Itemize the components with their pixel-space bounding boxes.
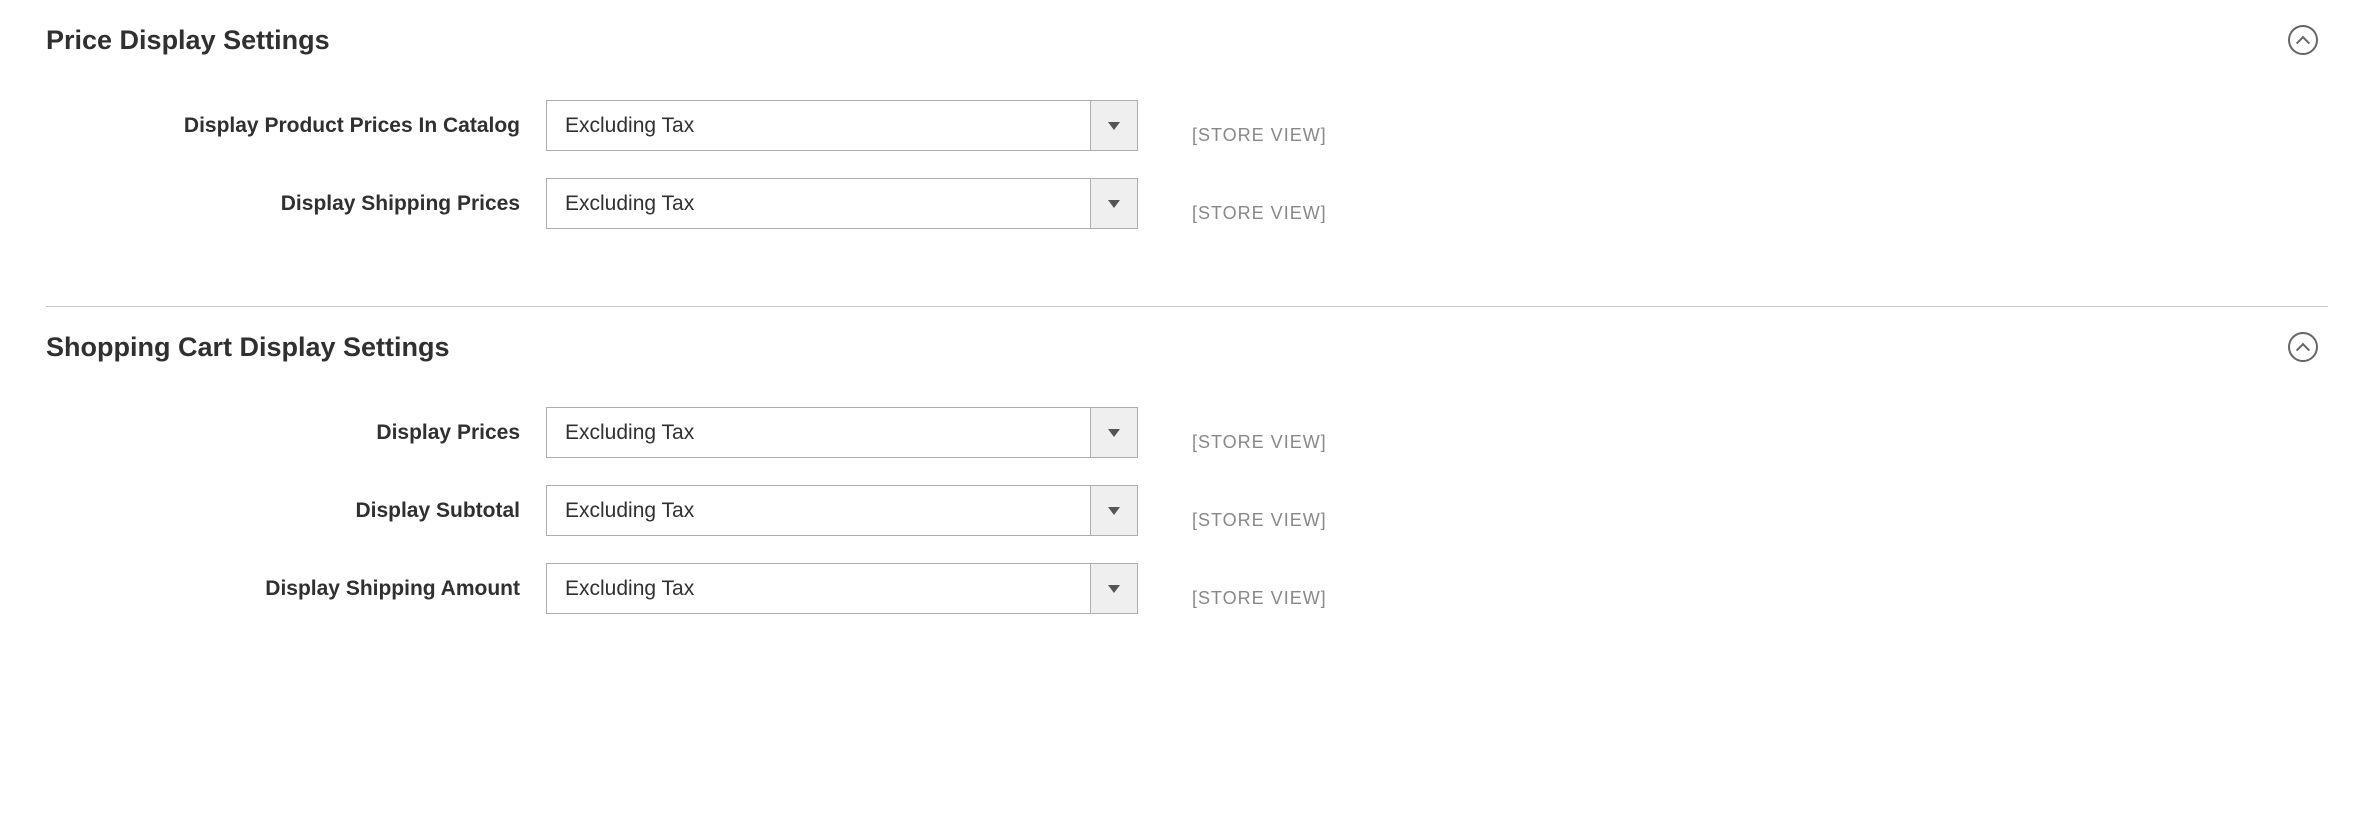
display-subtotal-select[interactable]: Excluding Tax — [546, 485, 1138, 536]
field-row: Display Shipping Prices Excluding Tax [S… — [46, 178, 2328, 229]
scope-label: [STORE VIEW] — [1192, 203, 1327, 224]
display-shipping-amount-select[interactable]: Excluding Tax — [546, 563, 1138, 614]
field-row: Display Shipping Amount Excluding Tax [S… — [46, 563, 2328, 614]
select-wrap: Excluding Tax — [546, 485, 1138, 536]
scope-label: [STORE VIEW] — [1192, 510, 1327, 531]
section-header[interactable]: Price Display Settings — [0, 10, 2374, 70]
field-row: Display Subtotal Excluding Tax [STORE VI… — [46, 485, 2328, 536]
section-title: Price Display Settings — [46, 25, 330, 56]
scope-label: [STORE VIEW] — [1192, 125, 1327, 146]
collapse-toggle-button[interactable] — [2288, 25, 2318, 55]
chevron-up-icon — [2296, 343, 2310, 357]
shopping-cart-display-settings-section: Shopping Cart Display Settings Display P… — [0, 307, 2374, 681]
select-wrap: Excluding Tax — [546, 407, 1138, 458]
scope-label: [STORE VIEW] — [1192, 432, 1327, 453]
scope-label: [STORE VIEW] — [1192, 588, 1327, 609]
section-header[interactable]: Shopping Cart Display Settings — [0, 317, 2374, 377]
field-label: Display Shipping Prices — [46, 192, 546, 216]
field-label: Display Prices — [46, 421, 546, 445]
field-row: Display Product Prices In Catalog Exclud… — [46, 100, 2328, 151]
price-display-settings-section: Price Display Settings Display Product P… — [0, 0, 2374, 296]
field-label: Display Subtotal — [46, 499, 546, 523]
display-prices-select[interactable]: Excluding Tax — [546, 407, 1138, 458]
field-row: Display Prices Excluding Tax [STORE VIEW… — [46, 407, 2328, 458]
select-wrap: Excluding Tax — [546, 100, 1138, 151]
chevron-up-icon — [2296, 36, 2310, 50]
section-title: Shopping Cart Display Settings — [46, 332, 450, 363]
select-wrap: Excluding Tax — [546, 178, 1138, 229]
fields-container: Display Prices Excluding Tax [STORE VIEW… — [0, 377, 2374, 681]
field-label: Display Product Prices In Catalog — [46, 114, 546, 138]
fields-container: Display Product Prices In Catalog Exclud… — [0, 70, 2374, 296]
display-product-prices-select[interactable]: Excluding Tax — [546, 100, 1138, 151]
select-wrap: Excluding Tax — [546, 563, 1138, 614]
collapse-toggle-button[interactable] — [2288, 332, 2318, 362]
display-shipping-prices-select[interactable]: Excluding Tax — [546, 178, 1138, 229]
field-label: Display Shipping Amount — [46, 577, 546, 601]
